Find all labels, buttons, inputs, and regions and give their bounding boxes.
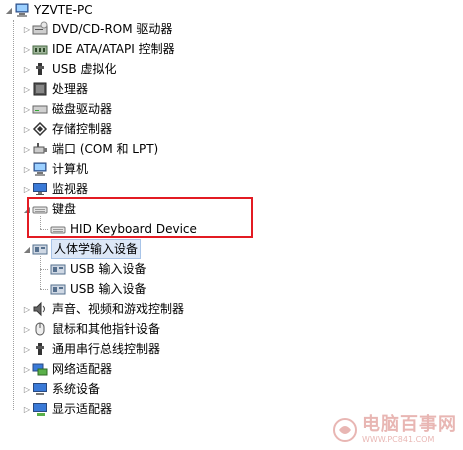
tree-item-mouse[interactable]: ▷ 鼠标和其他指针设备 xyxy=(22,319,160,339)
expand-arrow-icon[interactable]: ▷ xyxy=(22,359,32,379)
watermark-sub: WWW.PC841.COM xyxy=(362,435,435,444)
collapse-arrow-icon[interactable]: ◢ xyxy=(22,199,32,219)
watermark-main: 电脑百事网 xyxy=(362,414,457,435)
expand-arrow-icon[interactable]: ▷ xyxy=(22,379,32,399)
collapse-arrow-icon[interactable]: ◢ xyxy=(22,239,32,259)
expand-arrow-icon[interactable]: ▷ xyxy=(22,299,32,319)
tree-item-label: 显示适配器 xyxy=(52,402,113,416)
expand-arrow-icon[interactable]: ▷ xyxy=(22,119,32,139)
tree-item-label: 人体学输入设备 xyxy=(50,239,142,259)
monitor-icon xyxy=(33,183,47,195)
tree-item-ports[interactable]: ▷ 端口 (COM 和 LPT) xyxy=(22,139,158,159)
tree-item-label: 端口 (COM 和 LPT) xyxy=(52,142,159,156)
hid-icon xyxy=(32,244,48,255)
tree-item-hid-keyboard-device[interactable]: HID Keyboard Device xyxy=(50,219,197,239)
tree-item-label: 网络适配器 xyxy=(52,362,113,376)
system-device-icon xyxy=(33,383,47,395)
tree-item-display-adapters[interactable]: ▷ 显示适配器 xyxy=(22,399,112,419)
collapse-arrow-icon[interactable]: ◢ xyxy=(4,0,14,20)
tree-root[interactable]: ◢ YZVTE-PC xyxy=(4,0,93,20)
tree-item-label: 处理器 xyxy=(52,82,89,96)
tree-item-label: USB 输入设备 xyxy=(70,282,147,296)
tree-item-processor[interactable]: ▷ 处理器 xyxy=(22,79,88,99)
expand-arrow-icon[interactable]: ▷ xyxy=(22,139,32,159)
expand-arrow-icon[interactable]: ▷ xyxy=(22,399,32,419)
tree-item-dvd[interactable]: ▷ DVD/CD-ROM 驱动器 xyxy=(22,19,172,39)
usb-icon xyxy=(36,63,44,75)
expand-arrow-icon[interactable]: ▷ xyxy=(22,339,32,359)
usb-controller-icon xyxy=(36,343,44,355)
expand-arrow-icon[interactable]: ▷ xyxy=(22,159,32,179)
tree-guide-line xyxy=(40,256,41,289)
tree-item-usb-input-device[interactable]: USB 输入设备 xyxy=(50,279,146,299)
watermark-logo-icon xyxy=(333,417,357,442)
network-adapter-icon xyxy=(32,363,48,376)
tree-item-storage-controller[interactable]: ▷ 存储控制器 xyxy=(22,119,112,139)
tree-item-usb-virtual[interactable]: ▷ USB 虚拟化 xyxy=(22,59,117,79)
tree-item-label: USB 虚拟化 xyxy=(52,62,117,76)
tree-guide-line xyxy=(13,20,14,410)
mouse-icon xyxy=(35,322,45,336)
tree-guide-line xyxy=(40,216,41,229)
expand-arrow-icon[interactable]: ▷ xyxy=(22,79,32,99)
tree-root-label: YZVTE-PC xyxy=(34,3,93,17)
expand-arrow-icon[interactable]: ▷ xyxy=(22,39,32,59)
tree-item-system-devices[interactable]: ▷ 系统设备 xyxy=(22,379,100,399)
tree-item-label: 键盘 xyxy=(52,202,77,216)
tree-item-label: 鼠标和其他指针设备 xyxy=(52,322,161,336)
computer-icon xyxy=(15,3,29,17)
tree-item-usb-input-device[interactable]: USB 输入设备 xyxy=(50,259,146,279)
tree-item-label: USB 输入设备 xyxy=(70,262,147,276)
expand-arrow-icon[interactable]: ▷ xyxy=(22,179,32,199)
watermark-text: 电脑百事网 WWW.PC841.COM xyxy=(362,414,457,445)
computer-icon xyxy=(33,162,47,176)
usb-input-device-icon xyxy=(50,264,66,275)
tree-item-label: 计算机 xyxy=(52,162,89,176)
keyboard-icon xyxy=(32,206,48,214)
tree-item-sound[interactable]: ▷ 声音、视频和游戏控制器 xyxy=(22,299,184,319)
tree-item-label: 监视器 xyxy=(52,182,89,196)
tree-guide-line xyxy=(40,289,48,290)
port-icon xyxy=(33,143,47,154)
tree-item-label: 通用串行总线控制器 xyxy=(52,342,161,356)
tree-item-network-adapters[interactable]: ▷ 网络适配器 xyxy=(22,359,112,379)
dvd-drive-icon xyxy=(32,21,48,35)
expand-arrow-icon[interactable]: ▷ xyxy=(22,19,32,39)
usb-input-device-icon xyxy=(50,284,66,295)
processor-icon xyxy=(33,82,47,96)
tree-item-monitor[interactable]: ▷ 监视器 xyxy=(22,179,88,199)
tree-guide-line xyxy=(40,229,48,230)
tree-item-label: 系统设备 xyxy=(52,382,101,396)
tree-item-computer[interactable]: ▷ 计算机 xyxy=(22,159,88,179)
tree-item-ide[interactable]: ▷ IDE ATA/ATAPI 控制器 xyxy=(22,39,175,59)
expand-arrow-icon[interactable]: ▷ xyxy=(22,319,32,339)
tree-guide-line xyxy=(40,269,48,270)
keyboard-icon xyxy=(50,226,66,234)
disk-drive-icon xyxy=(32,105,48,114)
tree-item-keyboard[interactable]: ◢ 键盘 xyxy=(22,199,76,219)
storage-controller-icon xyxy=(32,121,48,137)
tree-item-label: HID Keyboard Device xyxy=(70,222,197,236)
sound-icon xyxy=(33,301,45,317)
expand-arrow-icon[interactable]: ▷ xyxy=(22,59,32,79)
tree-item-label: 声音、视频和游戏控制器 xyxy=(52,302,185,316)
tree-item-usb-controllers[interactable]: ▷ 通用串行总线控制器 xyxy=(22,339,160,359)
tree-item-disk-drive[interactable]: ▷ 磁盘驱动器 xyxy=(22,99,112,119)
tree-item-label: DVD/CD-ROM 驱动器 xyxy=(52,22,173,36)
tree-item-label: 磁盘驱动器 xyxy=(52,102,113,116)
tree-item-label: IDE ATA/ATAPI 控制器 xyxy=(52,42,175,56)
watermark: 电脑百事网 WWW.PC841.COM xyxy=(332,415,457,444)
display-adapter-icon xyxy=(33,403,47,416)
expand-arrow-icon[interactable]: ▷ xyxy=(22,99,32,119)
tree-item-label: 存储控制器 xyxy=(52,122,113,136)
ide-controller-icon xyxy=(32,45,48,55)
